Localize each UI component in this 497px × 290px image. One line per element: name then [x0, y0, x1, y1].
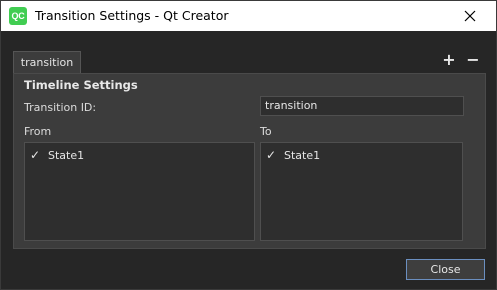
dialog-window: QC Transition Settings - Qt Creator tran… — [0, 0, 497, 290]
transition-id-label: Transition ID: — [24, 101, 97, 114]
add-tab-icon[interactable]: + — [441, 51, 457, 69]
tab-transition[interactable]: transition — [13, 51, 81, 73]
to-state-list[interactable]: ✓ State1 — [260, 142, 463, 241]
to-state-label: State1 — [284, 149, 321, 162]
checkmark-icon[interactable]: ✓ — [30, 147, 42, 163]
from-state-label: State1 — [48, 149, 85, 162]
close-button[interactable]: Close — [406, 259, 485, 280]
transition-id-field[interactable]: transition — [260, 96, 464, 116]
transition-tab-widget: transition + − Timeline Settings Transit… — [13, 37, 486, 249]
tab-panel: Timeline Settings Transition ID: transit… — [13, 73, 486, 249]
checkmark-icon[interactable]: ✓ — [266, 147, 278, 163]
to-state-item[interactable]: ✓ State1 — [266, 147, 320, 163]
from-state-item[interactable]: ✓ State1 — [30, 147, 84, 163]
section-title: Timeline Settings — [24, 78, 138, 92]
remove-tab-icon[interactable]: − — [465, 51, 481, 69]
qt-creator-logo-icon: QC — [9, 7, 27, 25]
title-bar[interactable]: QC Transition Settings - Qt Creator — [1, 1, 496, 31]
to-label: To — [260, 125, 272, 138]
from-state-list[interactable]: ✓ State1 — [24, 142, 255, 241]
close-window-icon[interactable] — [461, 7, 479, 25]
window-title: Transition Settings - Qt Creator — [35, 8, 229, 23]
from-label: From — [24, 125, 52, 138]
